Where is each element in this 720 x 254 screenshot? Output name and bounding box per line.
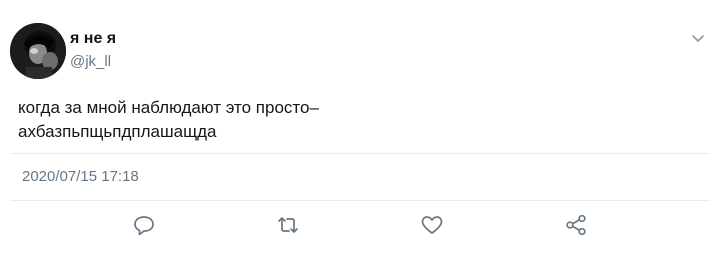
retweet-icon [278,217,298,233]
display-name[interactable]: я не я [70,30,116,48]
reply-icon [134,216,154,236]
avatar[interactable] [10,23,66,79]
reply-button[interactable] [131,212,157,238]
user-handle[interactable]: @jk_ll [70,53,111,71]
like-button[interactable] [419,212,445,238]
tweet-text-line: когда за мной наблюдают это просто– [18,98,319,117]
tweet-text: когда за мной наблюдают это просто– ахба… [18,96,698,144]
divider [10,153,710,154]
tweet-card: я не я @jk_ll когда за мной наблюдают эт… [0,0,720,254]
avatar-image [10,23,66,79]
share-icon [566,214,586,236]
tweet-text-line: ахбазпьпщьпдплашащда [18,122,217,141]
divider [10,200,710,201]
heart-icon [421,216,443,234]
retweet-button[interactable] [275,212,301,238]
timestamp[interactable]: 2020/07/15 17:18 [22,168,139,186]
chevron-down-icon[interactable] [690,30,706,46]
share-button[interactable] [563,212,589,238]
